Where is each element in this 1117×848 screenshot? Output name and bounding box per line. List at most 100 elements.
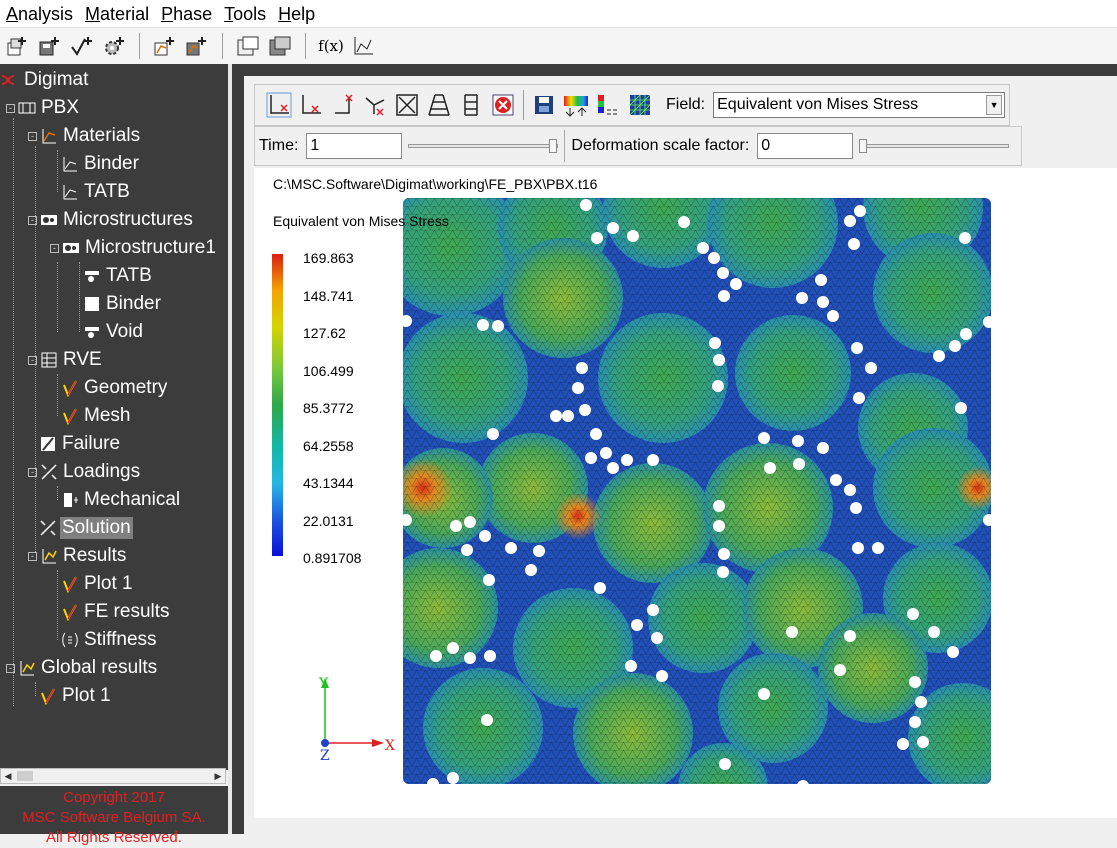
field-dropdown[interactable]: Equivalent von Mises Stress ▼ [713,92,1006,118]
collapse-toggle[interactable]: - [6,103,15,113]
view-yz-button[interactable] [295,90,327,120]
slider-thumb[interactable] [859,139,868,153]
tree-item-geometry[interactable]: Geometry [60,374,169,402]
matrix-phase-icon [82,294,102,314]
view-zx-button[interactable] [327,90,359,120]
menu-tools[interactable]: Tools [218,0,272,28]
save-image-button[interactable] [528,90,560,120]
deformation-scale-input[interactable]: 0 [757,133,854,159]
tree-item-loadings[interactable]: - Loadings [28,458,142,486]
copyright-notice: Copyright 2017 MSC Software Belgium SA. … [0,786,228,846]
results-icon [39,546,59,566]
save-material-button[interactable] [181,31,213,61]
tree-item-microstructures[interactable]: - Microstructures [28,206,195,234]
tree-item-plot1[interactable]: Plot 1 [60,570,135,598]
tree-item-pbx[interactable]: - PBX [6,94,81,122]
tree-item-phase-void[interactable]: Void [82,318,145,346]
view-xy-button[interactable] [263,90,295,120]
legend-value: 85.3772 [303,400,354,416]
material-curve-icon [39,126,59,146]
menu-material[interactable]: Material [79,0,155,28]
scroll-thumb[interactable] [17,771,33,781]
tree-horizontal-scrollbar[interactable]: ◀ ▶ [0,768,226,784]
material-curve-icon [60,182,80,202]
menu-analysis[interactable]: Analysis [0,0,79,28]
tree-item-failure[interactable]: Failure [38,430,122,458]
slider-track [859,144,1010,148]
rve-icon [39,350,59,370]
time-slider[interactable] [408,133,559,159]
toolbar-separator [523,90,524,120]
copyright-line: Copyright 2017 [63,789,165,806]
tree-item-fe-results[interactable]: FE results [60,598,172,626]
tree-item-global-plot1[interactable]: Plot 1 [38,682,113,710]
legend-value: 148.741 [303,288,354,304]
collapse-toggle[interactable]: - [28,467,37,477]
time-input[interactable]: 1 [306,133,403,159]
result-file-path: C:\MSC.Software\Digimat\working\FE_PBX\P… [273,176,598,192]
tree-item-mesh[interactable]: Mesh [60,402,132,430]
fit-view-icon [396,94,418,116]
color-map-icon [564,96,588,117]
save-file-button[interactable] [264,31,296,61]
tree-item-results[interactable]: - Results [28,542,128,570]
save-analysis-button[interactable] [34,31,66,61]
deformation-slider[interactable] [859,133,1010,159]
tree-item-phase-binder[interactable]: Binder [82,290,163,318]
tree-item-mechanical[interactable]: Mechanical [60,486,182,514]
menu-phase[interactable]: Phase [155,0,218,28]
chevron-down-icon[interactable]: ▼ [986,95,1003,115]
tree-item-microstructure1[interactable]: - Microstructure1 [50,234,218,262]
plot-button[interactable] [347,31,379,61]
mesh-display-button[interactable] [624,90,656,120]
collapse-toggle[interactable]: - [28,551,37,561]
fit-view-button[interactable] [391,90,423,120]
menu-bar: Analysis Material Phase Tools Help [0,0,1117,28]
tree-item-rve[interactable]: - RVE [28,346,104,374]
tree-root-digimat[interactable]: Digimat [0,66,90,94]
time-control-bar: Time: 1 Deformation scale factor: 0 [254,126,1022,166]
menu-help[interactable]: Help [272,0,321,28]
new-material-button[interactable] [149,31,181,61]
solution-icon [38,518,58,538]
check-analysis-button[interactable] [66,31,98,61]
tree-item-binder-material[interactable]: Binder [60,150,141,178]
stress-field-svg [403,198,991,784]
legend-value: 127.62 [303,325,346,341]
new-analysis-icon [7,37,26,56]
viewer-toolbar: Field: Equivalent von Mises Stress ▼ [254,84,1010,126]
function-button[interactable]: f(x) [315,31,347,61]
tree-item-solution[interactable]: Solution [38,514,133,542]
digimat-logo-icon [0,70,20,90]
reset-view-button[interactable] [487,90,519,120]
view-iso-button[interactable] [359,90,391,120]
collapse-toggle[interactable]: - [28,215,37,225]
tree-item-phase-tatb[interactable]: TATB [82,262,154,290]
fe-stress-contour-plot[interactable] [403,198,991,784]
perspective-button[interactable] [423,90,455,120]
collapse-toggle[interactable]: - [50,243,59,253]
view-iso-icon [365,97,385,116]
legend-value: 22.0131 [303,513,354,529]
copyright-line: All Rights Reserved. [46,829,182,846]
open-file-button[interactable] [232,31,264,61]
tree-item-materials[interactable]: - Materials [28,122,142,150]
microstructure-icon [61,238,81,258]
tree-item-tatb-material[interactable]: TATB [60,178,132,206]
color-map-button[interactable] [560,90,592,120]
orthographic-button[interactable] [455,90,487,120]
legend-toggle-button[interactable] [592,90,624,120]
scroll-left-arrow-icon[interactable]: ◀ [1,769,15,783]
collapse-toggle[interactable]: - [28,355,37,365]
perspective-icon [428,94,450,116]
tree-item-stiffness[interactable]: Stiffness [60,626,159,654]
run-analysis-button[interactable] [98,31,130,61]
tree-item-global-results[interactable]: - Global results [6,654,159,682]
slider-thumb[interactable] [549,139,558,153]
new-analysis-button[interactable] [2,31,34,61]
collapse-toggle[interactable]: - [28,131,37,141]
view-zx-icon [335,94,353,114]
scroll-right-arrow-icon[interactable]: ▶ [211,769,225,783]
collapse-toggle[interactable]: - [6,663,15,673]
axes-triad: Y X Z [312,672,402,767]
